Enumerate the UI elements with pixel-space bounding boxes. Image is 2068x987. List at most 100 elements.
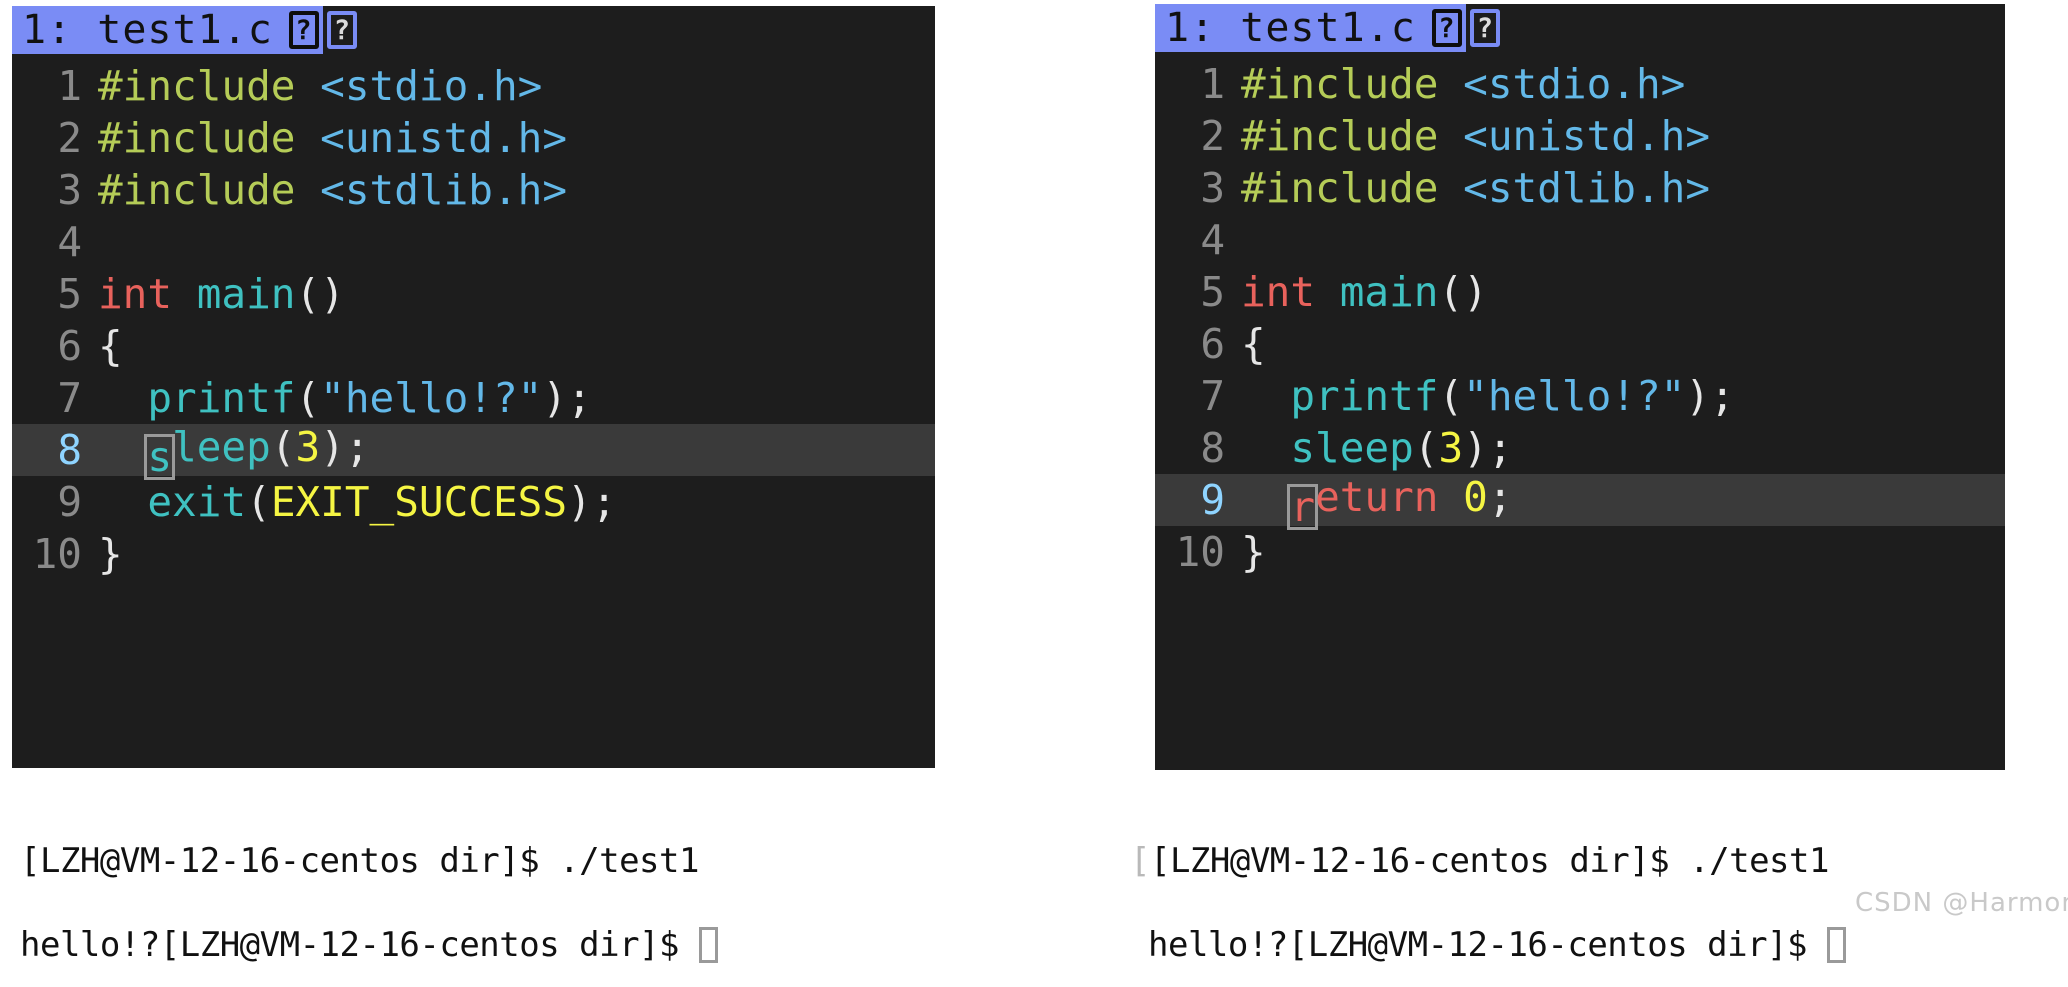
right-editor-panel: 1: test1.c ? ? 1 #include <stdio.h> 2 #incl…	[1155, 4, 2005, 770]
code-line-text: }	[98, 528, 935, 580]
help-question-icon-secondary[interactable]: ?	[326, 11, 357, 49]
line-number: 1	[57, 62, 82, 110]
code-token: (	[270, 422, 296, 471]
line-number: 8	[1200, 424, 1225, 472]
code-line-text: return 0;	[1241, 471, 2005, 530]
code-token: (	[1413, 424, 1439, 472]
code-token: #include	[98, 62, 321, 110]
code-line-text: int main()	[98, 268, 935, 320]
help-question-icon[interactable]: ?	[288, 11, 319, 49]
code-token: "hello!?"	[1463, 372, 1686, 420]
code-line[interactable]: 3 #include <stdlib.h>	[1155, 162, 2005, 214]
code-token: main	[1339, 268, 1439, 316]
code-line[interactable]: 2 #include <unistd.h>	[1155, 110, 2005, 162]
code-token: sleep	[1290, 424, 1414, 472]
help-question-icon[interactable]: ?	[1431, 9, 1462, 47]
line-number: 4	[57, 218, 82, 266]
line-number: 2	[1200, 112, 1225, 160]
line-number: 5	[1200, 268, 1225, 316]
code-token: printf	[147, 374, 296, 422]
text-cursor: s	[144, 433, 176, 480]
code-line[interactable]: 7 printf("hello!?");	[1155, 370, 2005, 422]
code-line[interactable]: 6{	[12, 320, 935, 372]
code-token: <stdlib.h>	[1463, 164, 1711, 212]
left-tabbar: 1: test1.c ? ?	[12, 6, 935, 54]
code-token: leep	[172, 422, 271, 471]
code-line[interactable]: 2 #include <unistd.h>	[12, 112, 935, 164]
code-token: <stdlib.h>	[320, 166, 568, 214]
code-token: exit	[147, 478, 247, 526]
code-token: }	[98, 530, 123, 578]
code-line-text: #include <stdio.h>	[1241, 58, 2005, 110]
code-line[interactable]: 9 exit(EXIT_SUCCESS);	[12, 476, 935, 528]
terminal-line-2-text: hello!?[LZH@VM-12-16-centos dir]$	[1148, 925, 1827, 965]
left-tab-label: 1: test1.c	[22, 7, 273, 53]
terminal-line: [LZH@VM-12-16-centos dir]$ ./test1	[20, 838, 920, 884]
terminal-cursor	[698, 927, 718, 963]
code-token: ()	[1438, 268, 1488, 316]
code-line-text: {	[1241, 318, 2005, 370]
code-token: ()	[295, 270, 345, 318]
code-line[interactable]: 7 printf("hello!?");	[12, 372, 935, 424]
code-token: #include	[1241, 112, 1464, 160]
line-number: 3	[1200, 164, 1225, 212]
line-number: 7	[57, 374, 82, 422]
code-line-text: }	[1241, 526, 2005, 578]
terminal-line: hello!?[LZH@VM-12-16-centos dir]$	[1130, 922, 2060, 968]
code-line[interactable]: 8 sleep(3);	[12, 422, 935, 480]
code-line[interactable]: 1 #include <stdio.h>	[1155, 58, 2005, 110]
line-number: 2	[57, 114, 82, 162]
code-line[interactable]: 6{	[1155, 318, 2005, 370]
code-token: "hello!?"	[320, 374, 543, 422]
line-number: 10	[32, 530, 82, 578]
code-token: <unistd.h>	[1463, 112, 1711, 160]
code-line-text: printf("hello!?");	[98, 372, 935, 424]
left-editor-panel: 1: test1.c ? ? 1 #include <stdio.h> 2 #incl…	[12, 6, 935, 768]
terminal-line: [[LZH@VM-12-16-centos dir]$ ./test1	[1130, 838, 2060, 884]
code-token: {	[98, 322, 123, 370]
code-token: EXIT_SUCCESS	[270, 478, 568, 526]
code-token: }	[1241, 528, 1266, 576]
code-token: 3	[295, 422, 321, 471]
line-number: 5	[57, 270, 82, 318]
line-number: 6	[57, 322, 82, 370]
line-number: 9	[1200, 476, 1225, 524]
code-token: );	[1685, 372, 1735, 420]
code-line[interactable]: 10}	[1155, 526, 2005, 578]
code-line[interactable]: 9 return 0;	[1155, 473, 2005, 530]
code-line[interactable]: 4	[1155, 214, 2005, 266]
code-line-text: #include <unistd.h>	[98, 112, 935, 164]
code-line-text: #include <stdlib.h>	[1241, 162, 2005, 214]
code-token: #include	[98, 114, 321, 162]
help-question-icon-secondary[interactable]: ?	[1469, 9, 1500, 47]
line-number: 8	[57, 426, 82, 474]
code-line[interactable]: 8 sleep(3);	[1155, 422, 2005, 474]
left-tab-extra-wrap: ?	[322, 6, 361, 54]
code-line[interactable]: 4	[12, 216, 935, 268]
code-line[interactable]: 10}	[12, 528, 935, 580]
code-line[interactable]: 5 int main()	[12, 268, 935, 320]
line-number: 10	[1175, 528, 1225, 576]
right-code-lines: 1 #include <stdio.h> 2 #include <unistd.h> 3…	[1155, 52, 2005, 578]
code-token: printf	[1290, 372, 1439, 420]
terminal-line-1-text: [LZH@VM-12-16-centos dir]$ ./test1	[1149, 841, 1829, 881]
left-terminal[interactable]: [LZH@VM-12-16-centos dir]$ ./test1 hello…	[20, 800, 920, 987]
code-token: <unistd.h>	[320, 114, 568, 162]
right-tab-test1c[interactable]: 1: test1.c ?	[1155, 4, 1466, 52]
watermark: CSDN @Harmonic_Law	[1855, 888, 2068, 918]
code-token: 3	[1438, 424, 1464, 472]
code-token: #include	[1241, 60, 1464, 108]
terminal-line-1-text: [LZH@VM-12-16-centos dir]$ ./test1	[20, 841, 699, 881]
code-line[interactable]: 5 int main()	[1155, 266, 2005, 318]
code-token: ;	[1487, 472, 1513, 521]
code-token: (	[1438, 372, 1464, 420]
code-line[interactable]: 1 #include <stdio.h>	[12, 60, 935, 112]
code-line-text: #include <stdio.h>	[98, 60, 935, 112]
code-line[interactable]: 3 #include <stdlib.h>	[12, 164, 935, 216]
left-tab-test1c[interactable]: 1: test1.c ?	[12, 6, 323, 54]
line-number: 9	[57, 478, 82, 526]
code-token: #include	[98, 166, 321, 214]
